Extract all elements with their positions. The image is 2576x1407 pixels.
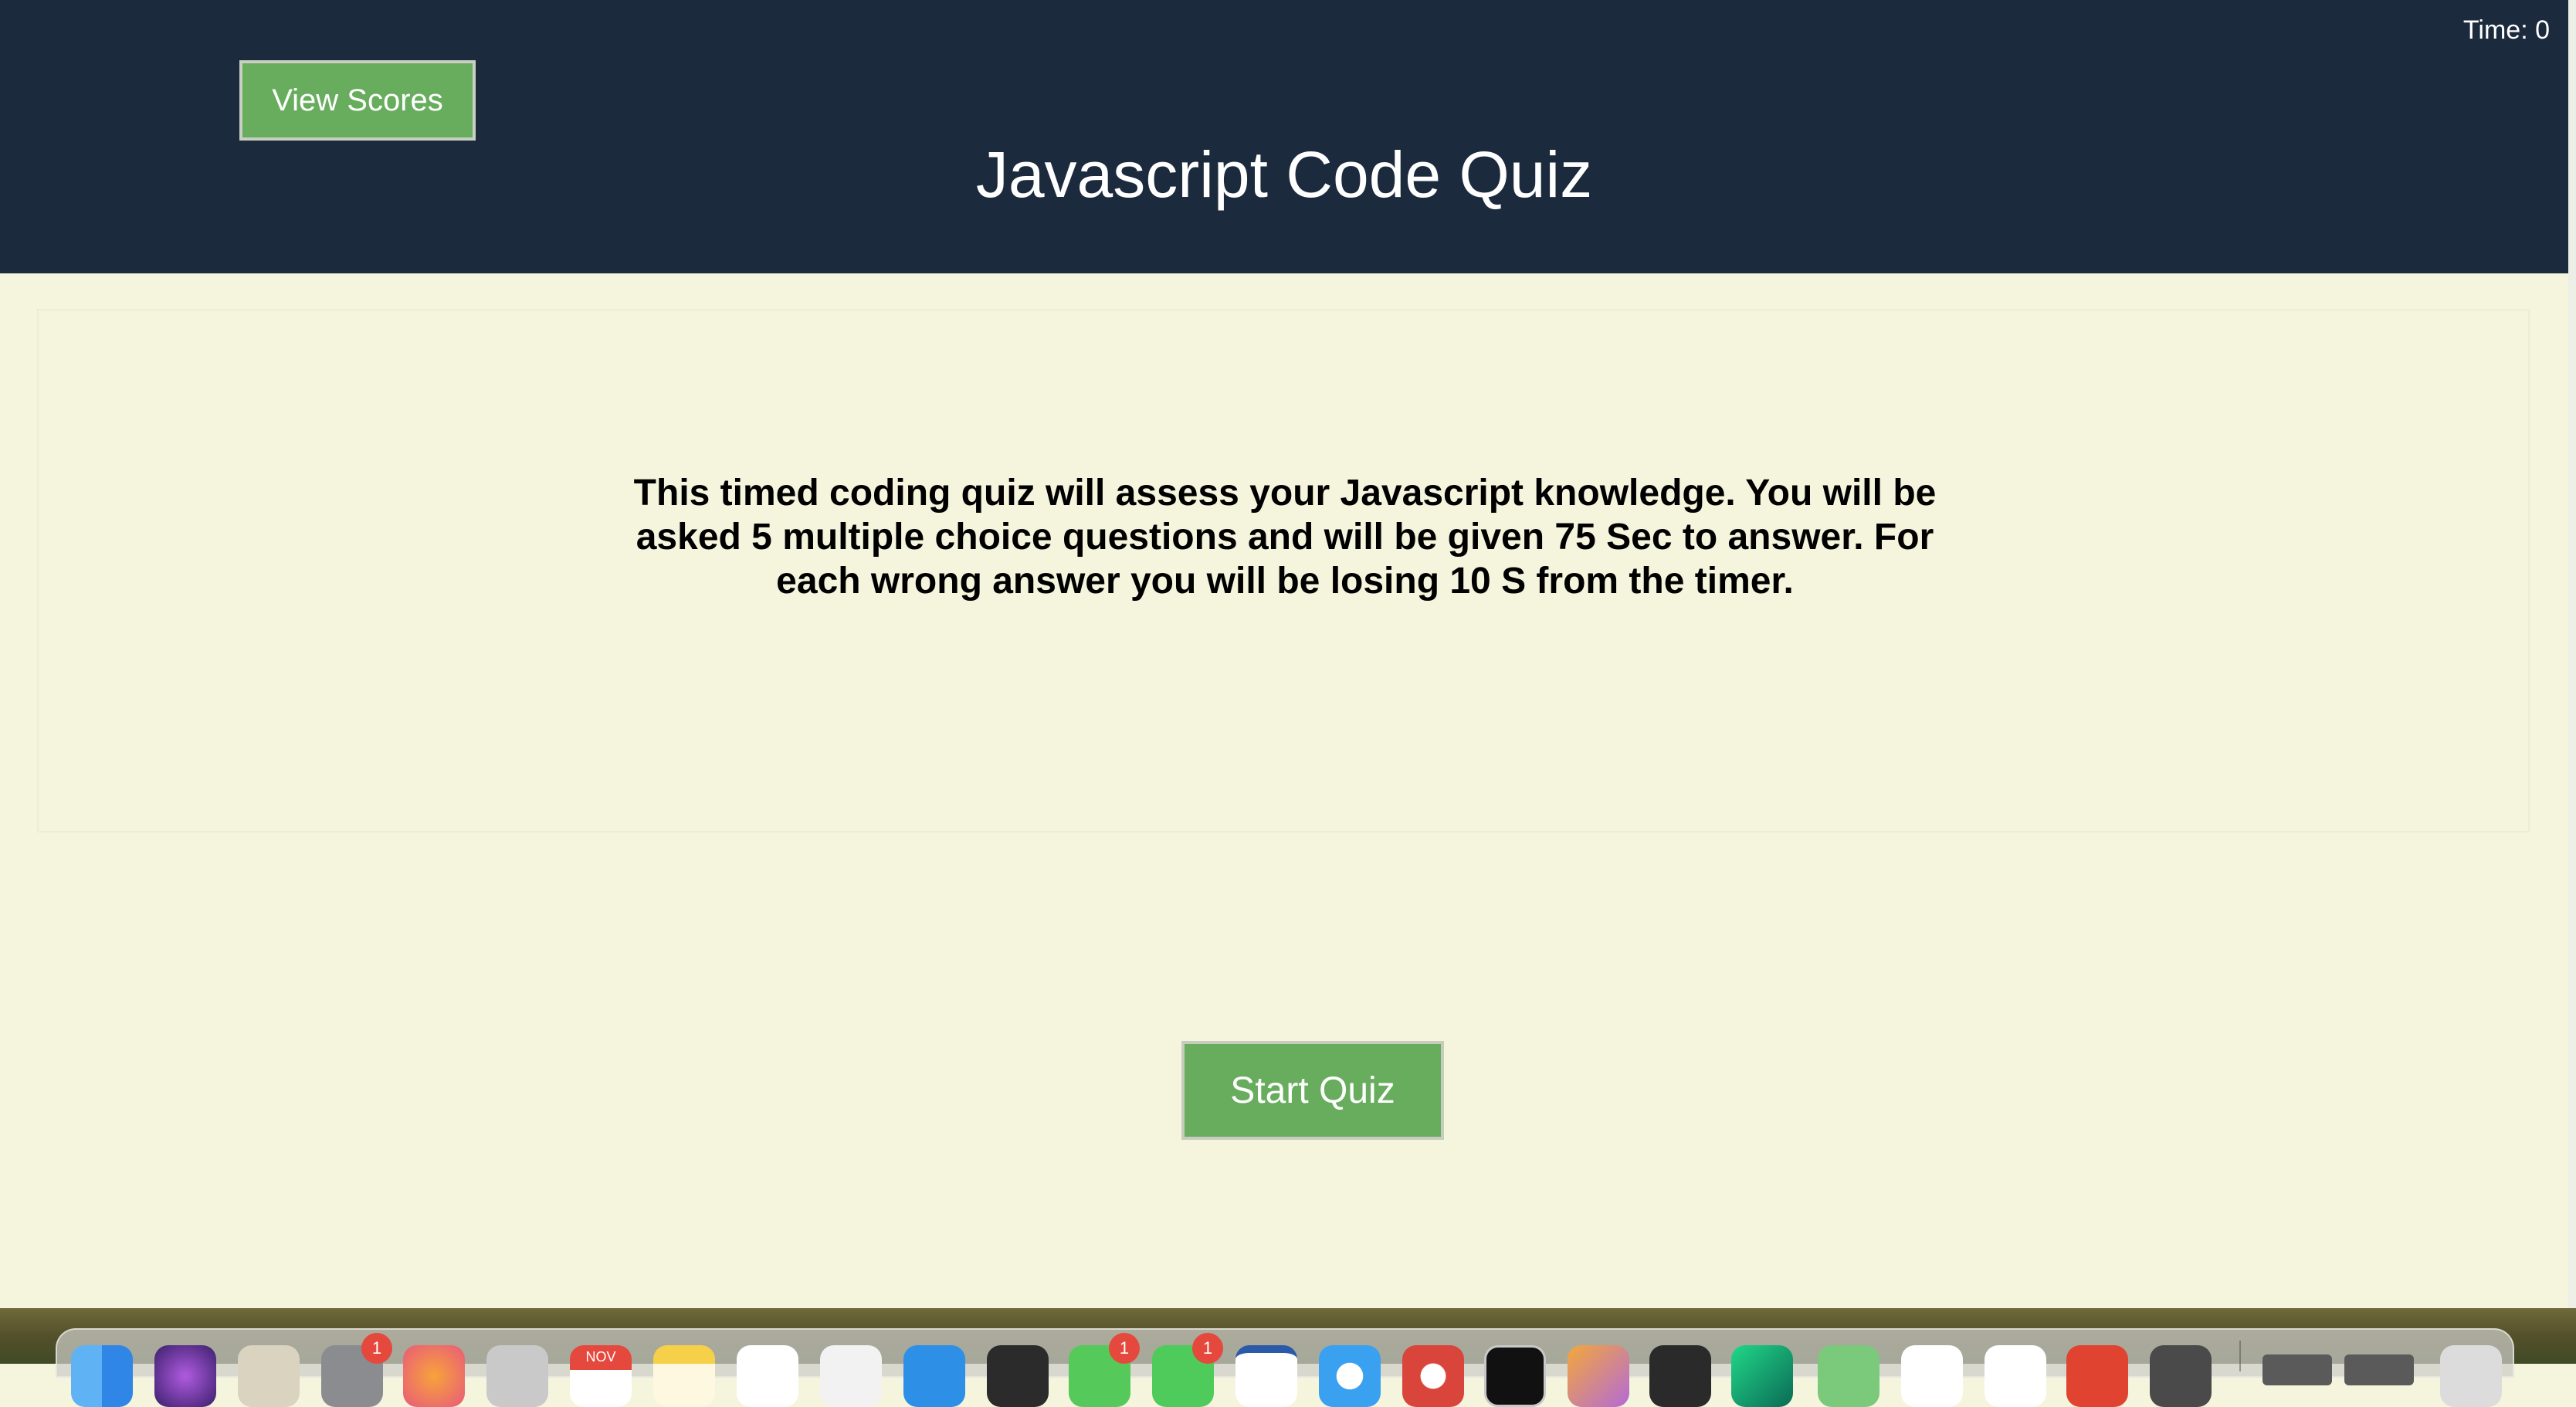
paint-icon[interactable] xyxy=(1568,1345,1629,1407)
timer-display: Time: 0 xyxy=(2462,15,2550,45)
trash-icon[interactable] xyxy=(2440,1345,2502,1407)
notification-badge: 1 xyxy=(361,1333,392,1364)
preview-icon[interactable] xyxy=(486,1345,548,1407)
notes-icon[interactable] xyxy=(653,1345,715,1407)
quiz-instructions: This timed coding quiz will assess your … xyxy=(39,471,2531,603)
sublime-icon[interactable] xyxy=(2150,1345,2212,1407)
freeform-icon[interactable] xyxy=(820,1345,882,1407)
reminders-icon[interactable] xyxy=(737,1345,798,1407)
photos-icon[interactable] xyxy=(403,1345,465,1407)
minimized-window-icon[interactable] xyxy=(2262,1354,2332,1385)
calendar-icon[interactable]: NOV xyxy=(570,1345,632,1407)
chrome-icon[interactable] xyxy=(1402,1345,1464,1407)
notification-badge: 1 xyxy=(1192,1333,1223,1364)
minimized-window-icon[interactable] xyxy=(2344,1354,2414,1385)
calendar-month-label: NOV xyxy=(585,1349,616,1365)
terminal-icon[interactable] xyxy=(1484,1345,1546,1407)
tv-icon[interactable] xyxy=(987,1345,1049,1407)
instructions-line: This timed coding quiz will assess your … xyxy=(633,473,1937,514)
page-header: Time: 0 View Scores Javascript Code Quiz xyxy=(0,0,2568,273)
word-icon[interactable] xyxy=(1235,1345,1297,1407)
console-icon[interactable] xyxy=(1649,1345,1711,1407)
pycharm-icon[interactable] xyxy=(1731,1345,1793,1407)
start-quiz-button[interactable]: Start Quiz xyxy=(1181,1041,1444,1140)
finder-icon[interactable] xyxy=(71,1345,133,1407)
vscode-icon[interactable] xyxy=(1985,1345,2046,1407)
siri-icon[interactable] xyxy=(154,1345,216,1407)
page-title: Javascript Code Quiz xyxy=(975,138,1593,211)
instructions-line: each wrong answer you will be losing 10 … xyxy=(776,561,1794,602)
instructions-line: asked 5 multiple choice questions and wi… xyxy=(636,517,1934,558)
dock-separator xyxy=(2239,1341,2241,1371)
app-store-icon[interactable] xyxy=(903,1345,965,1407)
view-scores-button[interactable]: View Scores xyxy=(239,60,476,141)
safari-icon[interactable] xyxy=(1319,1345,1381,1407)
main-content: This timed coding quiz will assess your … xyxy=(0,273,2568,1308)
brave-icon[interactable] xyxy=(2066,1345,2128,1407)
launchpad-icon[interactable] xyxy=(238,1345,300,1407)
window-edge xyxy=(2568,0,2576,1313)
quiz-intro-card: This timed coding quiz will assess your … xyxy=(37,309,2530,832)
slack-icon[interactable] xyxy=(1901,1345,1963,1407)
money-icon[interactable] xyxy=(1818,1345,1879,1407)
notification-badge: 1 xyxy=(1109,1333,1140,1364)
